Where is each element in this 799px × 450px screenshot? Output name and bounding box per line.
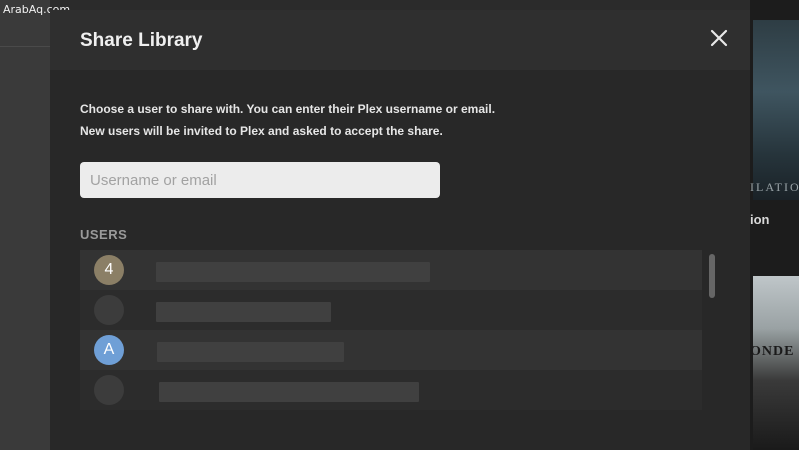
- modal-description: Choose a user to share with. You can ent…: [80, 102, 496, 116]
- user-list-scrollbar[interactable]: [709, 254, 715, 298]
- poster-card[interactable]: [753, 20, 799, 200]
- modal-header: Share Library: [50, 10, 750, 70]
- user-row[interactable]: A: [80, 330, 702, 370]
- poster-title-text: ILATIO: [750, 180, 799, 194]
- redacted-username: [156, 262, 430, 282]
- redacted-username: [157, 342, 344, 362]
- user-row[interactable]: [80, 370, 702, 410]
- poster-title-text: ONDE: [750, 344, 795, 359]
- avatar: A: [94, 335, 124, 365]
- modal-title: Share Library: [80, 30, 203, 51]
- user-row[interactable]: 4: [80, 250, 702, 290]
- poster-card[interactable]: [753, 276, 799, 450]
- user-list: 4 A: [80, 250, 702, 410]
- avatar: [94, 375, 124, 405]
- poster-subtitle: ion: [750, 212, 770, 227]
- avatar: [94, 295, 124, 325]
- background-left-panel: [0, 0, 50, 450]
- close-button[interactable]: [710, 29, 728, 47]
- username-email-input[interactable]: [80, 162, 440, 198]
- redacted-username: [159, 382, 419, 402]
- redacted-username: [156, 302, 331, 322]
- modal-description: New users will be invited to Plex and as…: [80, 124, 443, 138]
- background-poster-column: ILATIO ion ONDE: [750, 0, 799, 450]
- share-library-modal: Share Library Choose a user to share wit…: [50, 10, 750, 450]
- user-row[interactable]: [80, 290, 702, 330]
- users-section-label: USERS: [80, 227, 128, 242]
- close-icon: [710, 29, 728, 47]
- avatar: 4: [94, 255, 124, 285]
